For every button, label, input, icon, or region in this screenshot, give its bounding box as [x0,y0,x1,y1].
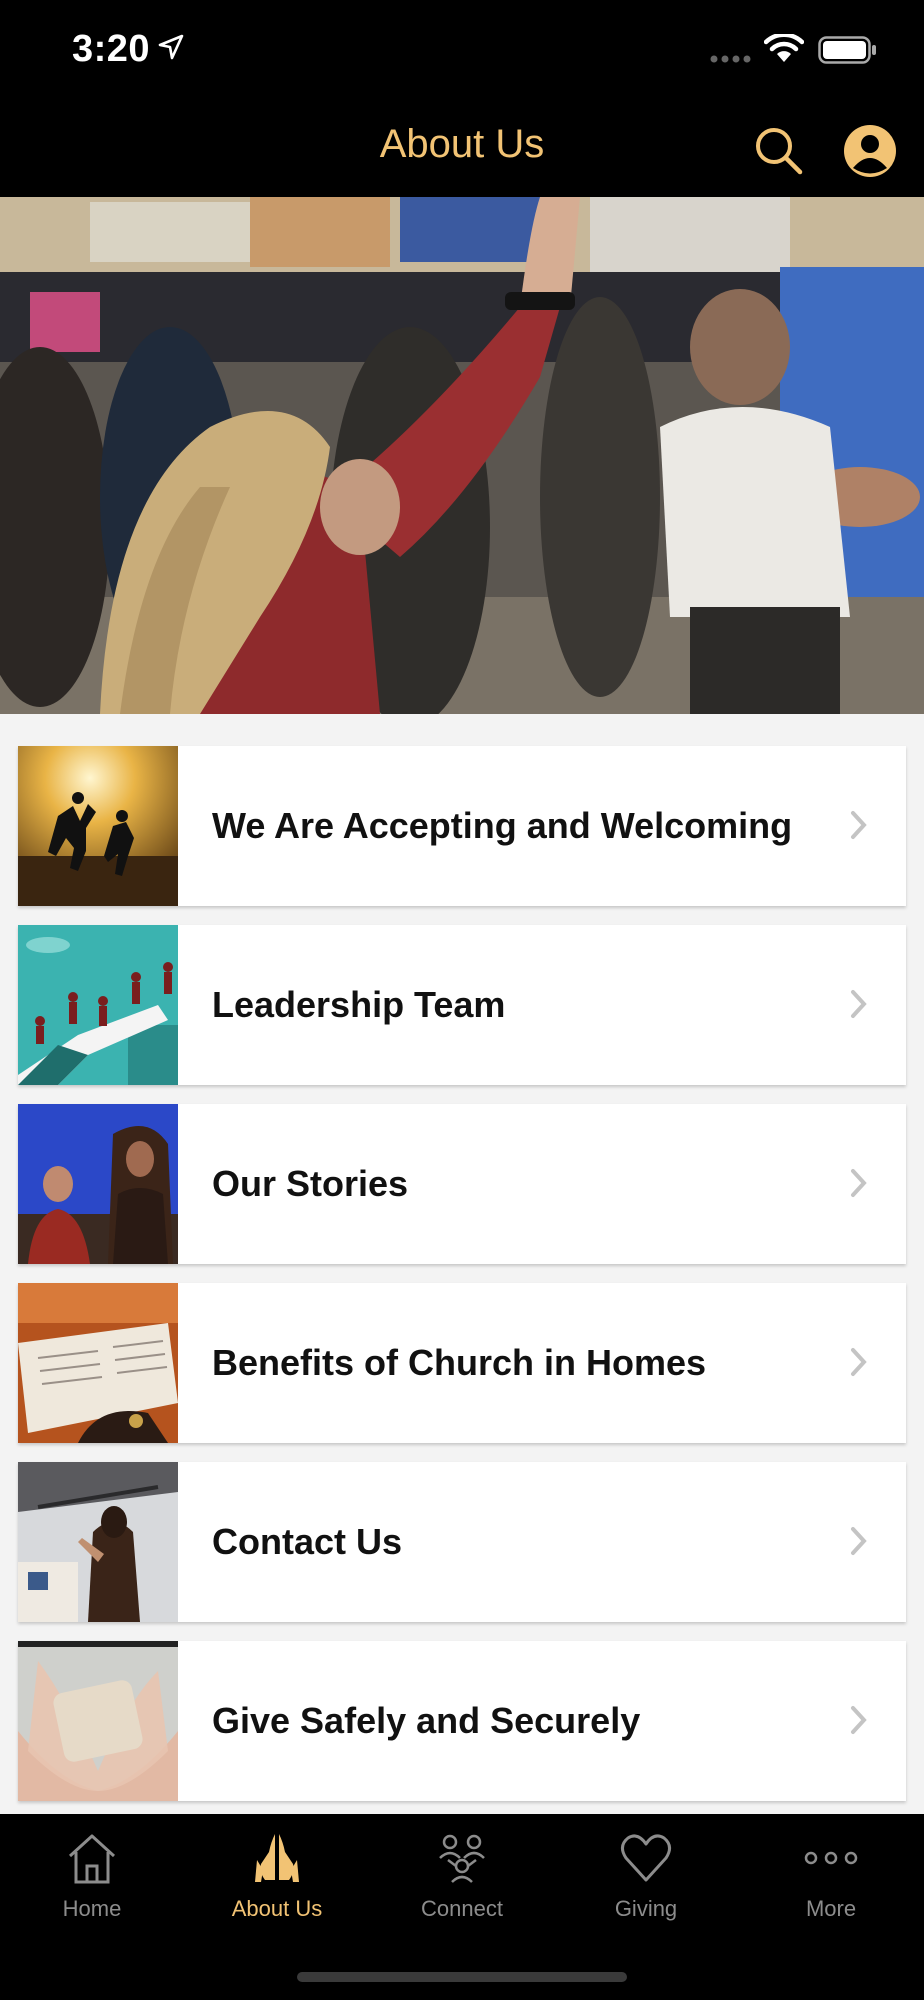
list-item-our-stories[interactable]: Our Stories [18,1104,906,1264]
list-item-label: Our Stories [212,1163,409,1204]
profile-icon[interactable] [844,125,896,177]
chevron-right-icon [851,1169,867,1197]
people-icon [439,1834,485,1883]
chevron-right-icon [851,1348,867,1376]
tab-label: More [805,1896,857,1921]
chevron-right-icon [851,1527,867,1555]
navigation-bar: About Us [0,100,924,197]
chevron-right-icon [851,990,867,1018]
status-bar: 3:20 [0,0,924,100]
cellular-signal-icon [710,55,751,63]
chevron-right-icon [851,811,867,839]
contact-photo [18,1462,178,1622]
tab-label: Connect [421,1896,503,1921]
tab-giving[interactable]: Giving [554,1814,738,1934]
list-item-contact-us[interactable]: Contact Us [18,1462,906,1622]
bible-photo [18,1283,178,1443]
give-stone-photo [18,1641,178,1801]
tab-label: Home [62,1896,122,1921]
list-item-label: Benefits of Church in Homes [212,1342,707,1383]
list-item-label: Contact Us [212,1521,403,1562]
hero-image [0,197,924,714]
tab-label: Giving [614,1896,678,1921]
tab-label: About Us [231,1896,323,1921]
about-list: We Are Accepting and Welcoming Leadershi… [18,746,906,1820]
list-item-label: Leadership Team [212,984,506,1025]
list-item-label: Give Safely and Securely [212,1700,641,1741]
list-item-label: We Are Accepting and Welcoming [212,805,793,846]
praying-hands-icon [255,1834,299,1882]
search-icon[interactable] [754,126,804,176]
home-indicator [297,1972,627,1982]
stories-photo [18,1104,178,1264]
more-dots-icon [804,1851,858,1865]
app-screen: 3:20 About Us We Are Accepting and Welco… [0,0,924,2000]
battery-icon [818,36,876,64]
tab-home[interactable]: Home [0,1814,184,1934]
list-item-leadership-team[interactable]: Leadership Team [18,925,906,1085]
list-item-give-safely[interactable]: Give Safely and Securely [18,1641,906,1801]
beach-jump-photo [18,746,178,906]
status-time: 3:20 [72,28,151,70]
list-item-benefits-church-homes[interactable]: Benefits of Church in Homes [18,1283,906,1443]
leadership-illustration [18,925,178,1085]
heart-icon [621,1834,671,1882]
list-item-accepting-welcoming[interactable]: We Are Accepting and Welcoming [18,746,906,906]
wifi-icon [764,34,804,62]
chevron-right-icon [851,1706,867,1734]
tab-connect[interactable]: Connect [370,1814,554,1934]
tab-about-us[interactable]: About Us [185,1814,369,1934]
house-icon [68,1834,116,1884]
tab-more[interactable]: More [739,1814,923,1934]
location-arrow-icon [158,34,184,60]
